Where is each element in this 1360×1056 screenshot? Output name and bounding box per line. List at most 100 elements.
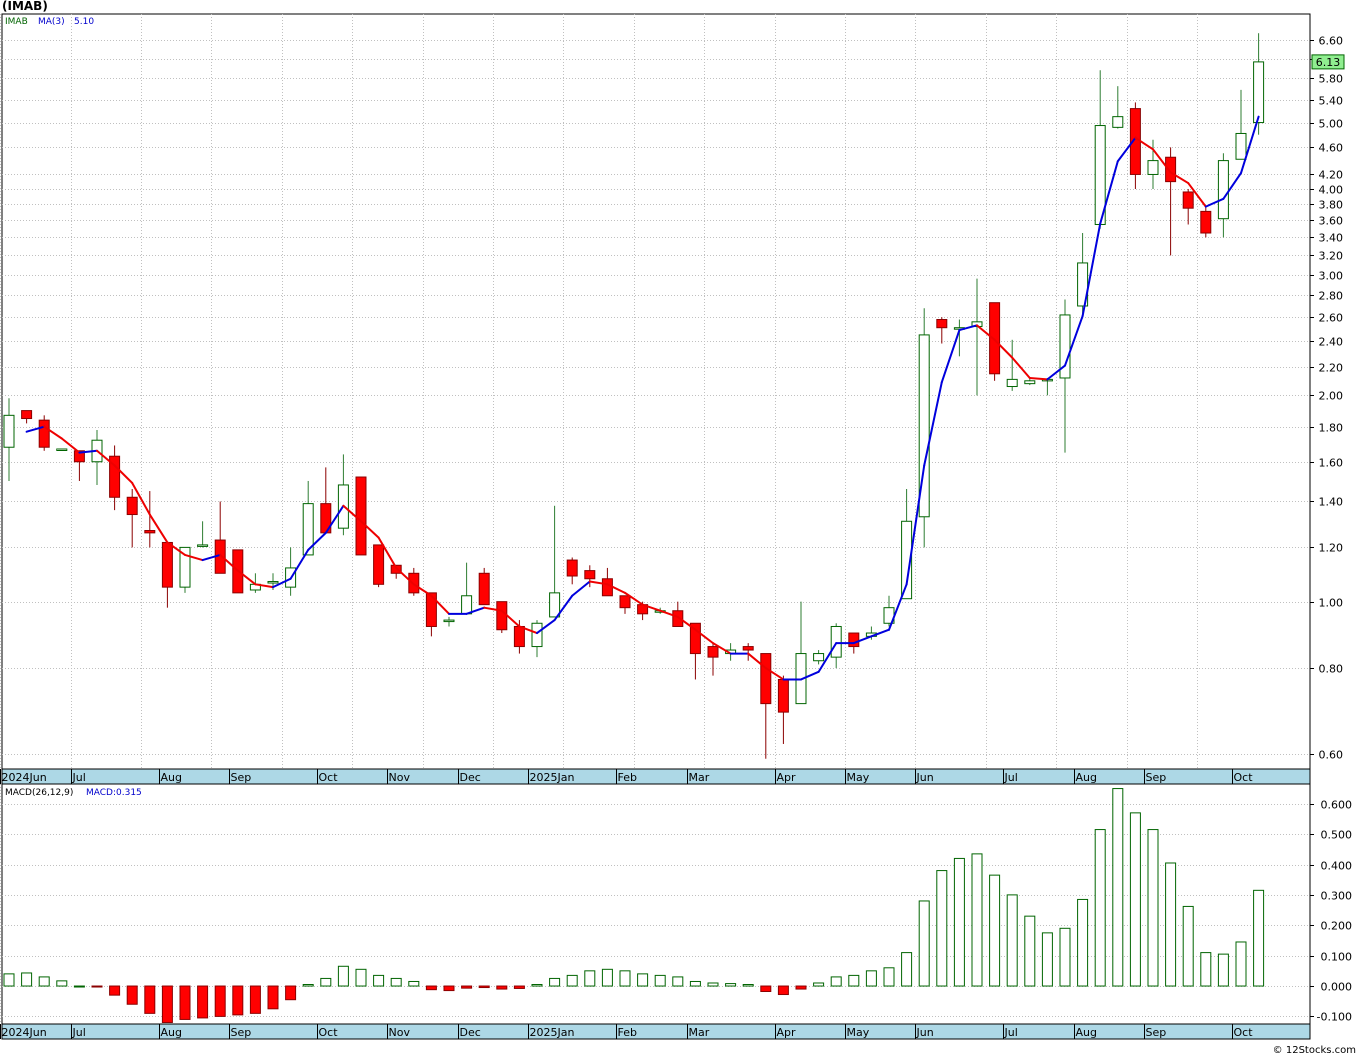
price-tick-label: 5.00 [1319, 118, 1344, 131]
macd-bar [813, 982, 825, 987]
macd-bar [144, 985, 156, 1014]
price-tick-label: 1.20 [1319, 542, 1344, 555]
macd-bar [689, 980, 701, 987]
price-tick-label: 5.40 [1319, 95, 1344, 108]
candle-body [1200, 210, 1212, 234]
macd-legend-label: MACD(26,12,9) [5, 788, 73, 798]
price-month-label: Sep [1146, 771, 1167, 784]
macd-bar [953, 857, 965, 987]
macd-bar [989, 874, 1001, 987]
macd-tick-label: 0.000 [1321, 981, 1353, 994]
candle-body [1182, 191, 1194, 209]
price-tick-label: 1.80 [1319, 422, 1344, 435]
price-month-label: Nov [389, 771, 411, 784]
candle-body [760, 653, 772, 705]
candle-body [830, 625, 842, 658]
price-tick-label: 3.20 [1319, 250, 1344, 263]
macd-bar [478, 985, 490, 989]
macd-bar [1077, 898, 1089, 987]
macd-bar [302, 984, 314, 987]
macd-bar [865, 970, 877, 987]
macd-bar [513, 985, 525, 989]
candle-body [197, 544, 209, 547]
price-tick-label: 4.20 [1319, 169, 1344, 182]
candle-body [21, 410, 33, 420]
price-month-band [1, 768, 1311, 785]
price-month-label: 2025Jan [530, 771, 575, 784]
macd-month-label: Aug [161, 1026, 182, 1039]
candle-body [1217, 160, 1229, 220]
price-tick-label: 2.40 [1319, 336, 1344, 349]
price-month-label: Oct [319, 771, 339, 784]
macd-bar [355, 968, 367, 987]
macd-bar [1182, 905, 1194, 987]
price-tick-label: 3.40 [1319, 232, 1344, 245]
candle-body [443, 619, 455, 623]
candle-body [373, 544, 385, 585]
macd-tick-label: -0.100 [1317, 1011, 1352, 1024]
macd-bar [566, 974, 578, 987]
macd-month-label: Sep [1146, 1026, 1167, 1039]
candle-body [813, 653, 825, 662]
macd-bar [56, 980, 68, 987]
macd-month-label: Dec [460, 1026, 481, 1039]
stock-chart: 6.606.205.805.405.004.604.204.003.803.60… [0, 13, 1353, 1040]
macd-bar [707, 982, 719, 987]
price-month-label: Jun [916, 771, 934, 784]
macd-bar [337, 965, 349, 987]
price-month-label: Jul [1004, 771, 1018, 784]
price-legend-ma-value: 5.10 [74, 17, 94, 27]
candle-body [742, 646, 754, 651]
macd-bar [549, 977, 561, 987]
price-tick-label: 2.00 [1319, 390, 1344, 403]
macd-tick-label: 0.200 [1321, 920, 1353, 933]
macd-month-label: May [847, 1026, 870, 1039]
candle-body [1235, 132, 1247, 160]
macd-bar [38, 976, 50, 987]
macd-bar [584, 970, 596, 987]
macd-month-label: Sep [231, 1026, 252, 1039]
macd-month-label: Apr [777, 1026, 797, 1039]
macd-bar [637, 973, 649, 987]
price-month-label: Mar [689, 771, 710, 784]
macd-bar [320, 977, 332, 987]
candle-body [1253, 61, 1265, 124]
candle-body [3, 414, 15, 448]
macd-bar [214, 985, 226, 1017]
price-legend-symbol: IMAB [5, 17, 28, 27]
macd-bar [795, 985, 807, 990]
macd-month-label: Oct [319, 1026, 339, 1039]
candle-body [601, 578, 613, 597]
macd-bar [1165, 862, 1177, 987]
macd-bar [3, 973, 15, 987]
macd-bar [267, 985, 279, 1010]
last-price-label: 6.13 [1316, 56, 1341, 69]
price-tick-label: 1.60 [1319, 457, 1344, 470]
price-month-label: Sep [231, 771, 252, 784]
candle-body [513, 625, 525, 648]
price-month-label: 2024Jun [2, 771, 47, 784]
macd-month-label: Jun [916, 1026, 934, 1039]
candle-body [355, 476, 367, 556]
price-month-label: Jul [72, 771, 86, 784]
price-tick-label: 3.00 [1319, 270, 1344, 283]
macd-month-label: 2025Jan [530, 1026, 575, 1039]
macd-bar [21, 972, 33, 987]
candle-body [425, 592, 437, 627]
price-month-label: Aug [161, 771, 182, 784]
candle-body [1147, 160, 1159, 175]
macd-bar [461, 985, 473, 989]
macd-month-label: Mar [689, 1026, 710, 1039]
price-month-label: Aug [1076, 771, 1097, 784]
price-tick-label: 1.40 [1319, 496, 1344, 509]
macd-bar [971, 853, 983, 987]
macd-bar [1041, 932, 1053, 987]
price-month-label: Feb [618, 771, 637, 784]
macd-bar [1094, 829, 1106, 987]
candle-body [267, 581, 279, 584]
candle-body [1024, 380, 1036, 385]
candle-body [38, 419, 50, 448]
macd-bar [1024, 915, 1036, 987]
price-tick-label: 0.80 [1319, 663, 1344, 676]
candle-body [777, 678, 789, 713]
